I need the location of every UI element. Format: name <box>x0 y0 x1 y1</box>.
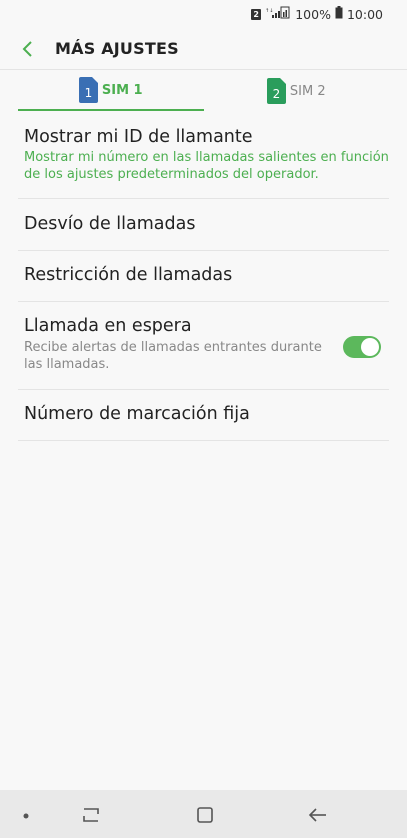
dot-icon <box>22 812 30 820</box>
setting-caller-id[interactable]: Mostrar mi ID de llamante Mostrar mi núm… <box>18 111 389 199</box>
setting-call-waiting-subtitle: Recibe alertas de llamadas entrantes dur… <box>24 340 322 372</box>
back-arrow-icon[interactable] <box>305 804 331 826</box>
setting-call-barring[interactable]: Restricción de llamadas <box>18 251 389 302</box>
sim-1-card-icon: 1 <box>78 77 98 103</box>
tab-sim-1[interactable]: 1 SIM 1 <box>18 71 204 111</box>
setting-call-barring-title: Restricción de llamadas <box>24 265 233 285</box>
settings-list: Mostrar mi ID de llamante Mostrar mi núm… <box>18 111 389 441</box>
battery-icon <box>335 6 343 22</box>
sim-1-number: 1 <box>84 86 93 100</box>
status-bar: 2 ↑↓ 100% 10:00 <box>0 0 407 28</box>
app-header: MÁS AJUSTES <box>0 28 407 70</box>
navigation-bar <box>0 790 407 838</box>
setting-fixed-dialing-title: Número de marcación fija <box>24 404 250 424</box>
setting-caller-id-subtitle: Mostrar mi número en las llamadas salien… <box>24 150 389 182</box>
setting-call-forwarding[interactable]: Desvío de llamadas <box>18 199 389 251</box>
recent-apps-icon[interactable] <box>78 804 104 826</box>
page-title: MÁS AJUSTES <box>55 39 179 58</box>
setting-call-waiting-title: Llamada en espera <box>24 316 192 336</box>
home-icon[interactable] <box>192 804 218 826</box>
setting-call-waiting[interactable]: Llamada en espera Recibe alertas de llam… <box>18 302 389 390</box>
sim-2-number: 2 <box>272 87 281 101</box>
tab-sim-1-label: SIM 1 <box>101 82 143 98</box>
tab-sim-2-label: SIM 2 <box>289 83 326 99</box>
tab-sim-2[interactable]: 2 SIM 2 <box>204 71 390 111</box>
call-waiting-toggle[interactable] <box>343 336 381 358</box>
back-chevron-icon[interactable] <box>18 39 38 59</box>
toggle-knob <box>361 338 379 356</box>
sim-2-card-icon: 2 <box>266 78 286 104</box>
sim-tabs: 1 SIM 1 2 SIM 2 <box>18 71 389 111</box>
setting-call-forwarding-title: Desvío de llamadas <box>24 214 196 234</box>
battery-percent: 100% <box>295 6 331 22</box>
svg-text:↑↓: ↑↓ <box>265 8 273 14</box>
setting-caller-id-title: Mostrar mi ID de llamante <box>24 127 253 147</box>
status-time: 10:00 <box>346 6 383 22</box>
setting-fixed-dialing[interactable]: Número de marcación fija <box>18 390 389 441</box>
signal-icon: ↑↓ <box>265 6 291 22</box>
sim-2-badge-icon: 2 <box>251 8 262 20</box>
